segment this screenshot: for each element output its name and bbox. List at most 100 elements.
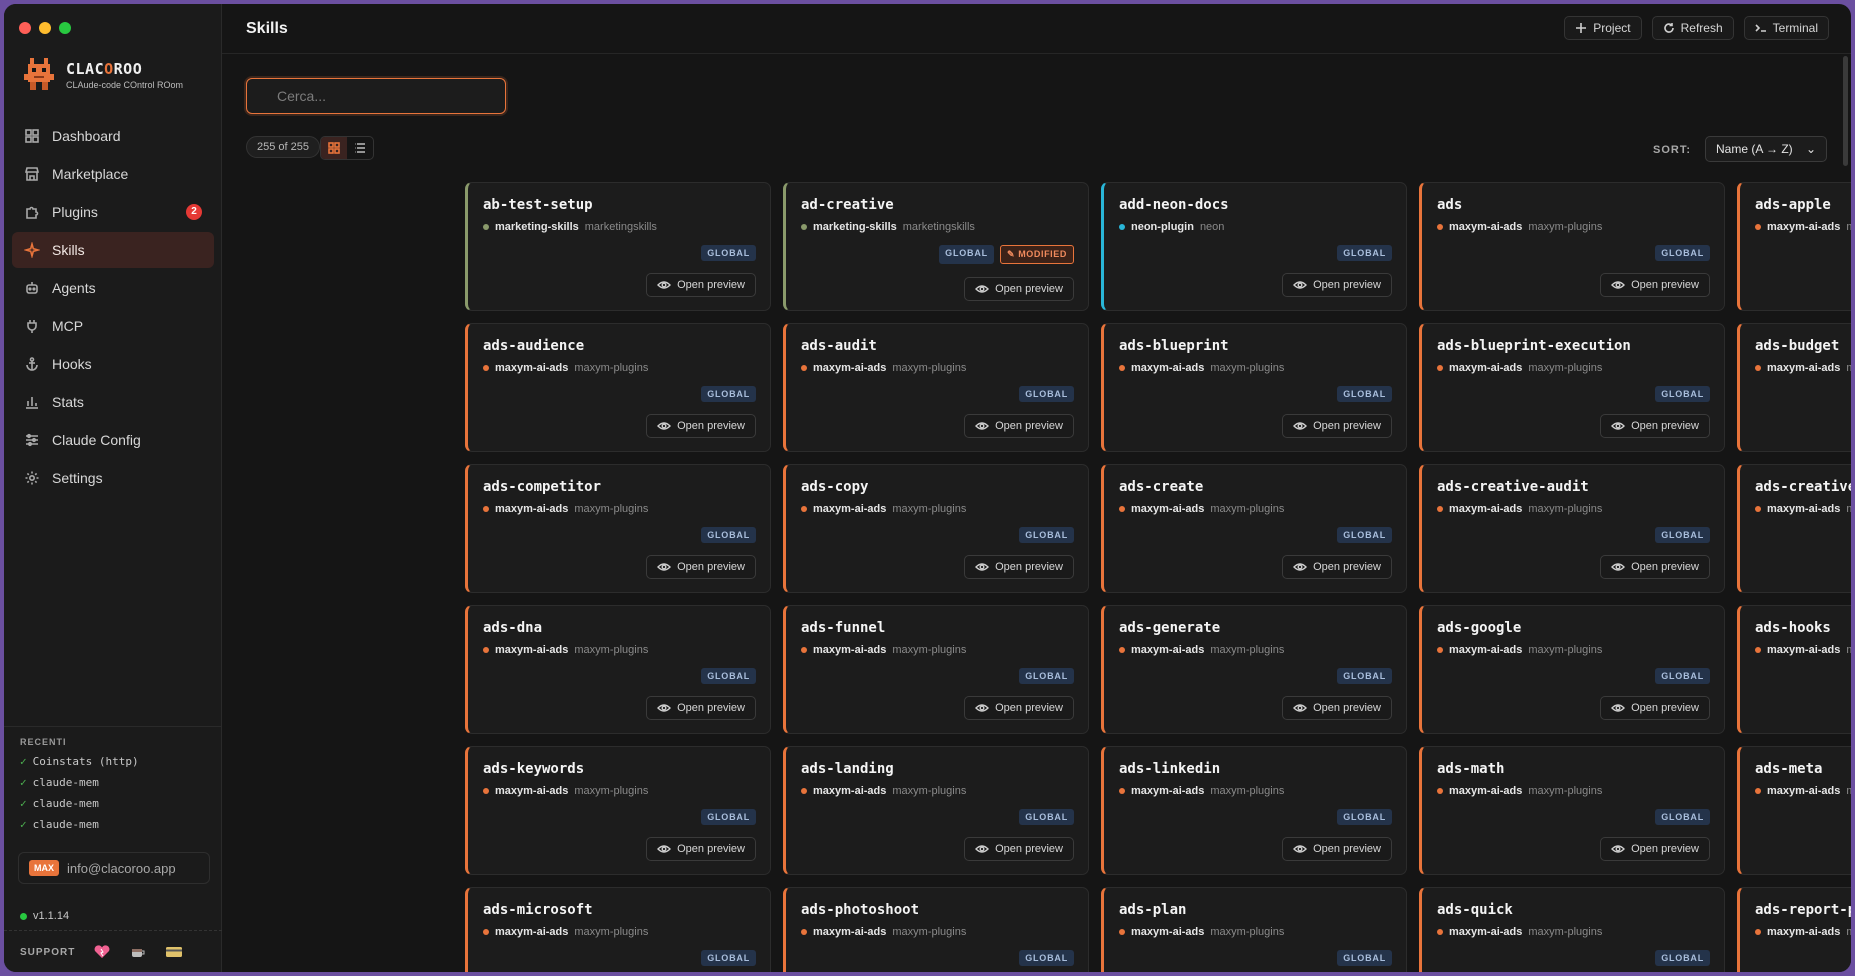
marketplace-name: maxym-plugins <box>892 644 967 656</box>
sidebar-item-agents[interactable]: Agents <box>12 270 214 306</box>
skill-card[interactable]: ads-creative-audit maxym-ai-ads maxym-plug… <box>1419 464 1725 593</box>
skill-card[interactable]: add-neon-docs neon-plugin neon GLOBAL Open p… <box>1101 182 1407 311</box>
refresh-button[interactable]: Refresh <box>1651 16 1734 40</box>
skill-card[interactable]: ads-competitor maxym-ai-ads maxym-plugins G… <box>465 464 771 593</box>
skill-meta: maxym-ai-ads maxym-plugins <box>801 926 1074 938</box>
skill-card[interactable]: ads-metamaxym-ai-adsmaxym-pluginsGLOBALO… <box>1737 746 1851 875</box>
marketplace-name: marketingskills <box>584 221 657 233</box>
skill-card[interactable]: ads-blueprint maxym-ai-ads maxym-plugins GL… <box>1101 323 1407 452</box>
skill-card[interactable]: ads-audience maxym-ai-ads maxym-plugins GLO… <box>465 323 771 452</box>
account-box[interactable]: MAX info@clacoroo.app <box>18 852 210 884</box>
open-preview-button[interactable]: Open preview <box>1282 696 1392 720</box>
terminal-button[interactable]: Terminal <box>1743 16 1829 40</box>
open-preview-button[interactable]: Open preview <box>646 837 756 861</box>
recent-item[interactable]: ✓ Coinstats (http) <box>20 755 206 776</box>
skill-card[interactable]: ads-blueprint-execution maxym-ai-ads maxym… <box>1419 323 1725 452</box>
open-preview-button[interactable]: Open preview <box>964 414 1074 438</box>
open-preview-button[interactable]: Open preview <box>1600 273 1710 297</box>
zoom-window-button[interactable] <box>59 22 71 34</box>
pencil-icon: ✎ <box>1006 249 1019 259</box>
skill-card[interactable]: ads-keywords maxym-ai-ads maxym-plugins GLO… <box>465 746 771 875</box>
open-preview-button[interactable]: Open preview <box>646 555 756 579</box>
open-preview-button[interactable]: Open preview <box>1600 555 1710 579</box>
skill-card[interactable]: ads-quick maxym-ai-ads maxym-plugins GLOBAL… <box>1419 887 1725 972</box>
skill-meta: maxym-ai-ads maxym-plugins <box>1119 785 1392 797</box>
open-preview-button[interactable]: Open preview <box>964 696 1074 720</box>
open-preview-button[interactable]: Open preview <box>646 273 756 297</box>
skill-card[interactable]: ads-math maxym-ai-ads maxym-plugins GLOBAL O… <box>1419 746 1725 875</box>
list-view-button[interactable] <box>347 137 373 159</box>
search-input[interactable] <box>246 78 506 114</box>
skill-card[interactable]: ads-hooksmaxym-ai-adsmaxym-pluginsGLOBAL… <box>1737 605 1851 734</box>
skill-card[interactable]: ad-creative marketing-skills marketingskil… <box>783 182 1089 311</box>
open-preview-button[interactable]: Open preview <box>1600 414 1710 438</box>
skill-card[interactable]: ads-report-pdfmaxym-ai-adsmaxym-pluginsG… <box>1737 887 1851 972</box>
open-preview-button[interactable]: Open preview <box>964 277 1074 301</box>
skill-meta: neon-plugin neon <box>1119 221 1392 233</box>
sidebar-item-hooks[interactable]: Hooks <box>12 346 214 382</box>
sort-select[interactable]: Name (A → Z) ⌄ <box>1705 136 1827 162</box>
skill-card[interactable]: ads-create maxym-ai-ads maxym-plugins GLOBA… <box>1101 464 1407 593</box>
skill-card[interactable]: ads-landing maxym-ai-ads maxym-plugins GLOB… <box>783 746 1089 875</box>
skill-card[interactable]: ads-dna maxym-ai-ads maxym-plugins GLOBAL Op… <box>465 605 771 734</box>
skill-card[interactable]: ads-creative-brief maxym-ai-ads maxym-plug… <box>1737 464 1851 593</box>
marketplace-name: maxym-plugins <box>1846 644 1851 656</box>
recent-item[interactable]: ✓ claude-mem <box>20 797 206 818</box>
plugin-name: maxym-ai-ads <box>813 503 887 515</box>
grid-view-button[interactable] <box>321 137 347 159</box>
sidebar-item-skills[interactable]: Skills <box>12 232 214 268</box>
skill-card[interactable]: ab-test-setup marketing-skills marketingsk… <box>465 182 771 311</box>
skill-card[interactable]: ads-audit maxym-ai-ads maxym-plugins GLOBAL… <box>783 323 1089 452</box>
sidebar-item-plugins[interactable]: Plugins 2 <box>12 194 214 230</box>
recent-item[interactable]: ✓ claude-mem <box>20 818 206 839</box>
project-button[interactable]: Project <box>1564 16 1642 40</box>
skill-card[interactable]: ads-copy maxym-ai-ads maxym-plugins GLOBAL O… <box>783 464 1089 593</box>
skill-card[interactable]: ads maxym-ai-ads maxym-plugins GLOBAL Open p… <box>1419 182 1725 311</box>
sidebar-item-label: Plugins <box>52 204 98 220</box>
sidebar-item-dashboard[interactable]: Dashboard <box>12 118 214 154</box>
credit-card-icon[interactable] <box>165 945 183 959</box>
skill-card[interactable]: ads-funnel maxym-ai-ads maxym-plugins GLOBA… <box>783 605 1089 734</box>
sidebar-item-claude-config[interactable]: Claude Config <box>12 422 214 458</box>
skill-card[interactable]: ads-google maxym-ai-ads maxym-plugins GLOBA… <box>1419 605 1725 734</box>
marketplace-name: maxym-plugins <box>1210 785 1285 797</box>
tags: GLOBAL <box>1019 668 1074 684</box>
open-preview-button[interactable]: Open preview <box>1600 837 1710 861</box>
sidebar-item-settings[interactable]: Settings <box>12 460 214 496</box>
skill-card[interactable]: ads-microsoft maxym-ai-ads maxym-plugins GL… <box>465 887 771 972</box>
open-preview-button[interactable]: Open preview <box>964 837 1074 861</box>
sidebar-item-label: Marketplace <box>52 166 129 182</box>
open-preview-button[interactable]: Open preview <box>964 555 1074 579</box>
open-preview-button[interactable]: Open preview <box>646 696 756 720</box>
marketplace-name: marketingskills <box>902 221 975 233</box>
skill-card[interactable]: ads-planmaxym-ai-adsmaxym-pluginsGLOBALO… <box>1101 887 1407 972</box>
open-preview-button[interactable]: Open preview <box>1600 696 1710 720</box>
scrollbar[interactable] <box>1843 56 1848 166</box>
marketplace-name: maxym-plugins <box>574 785 649 797</box>
open-preview-button[interactable]: Open preview <box>1282 273 1392 297</box>
recent-item[interactable]: ✓ claude-mem <box>20 776 206 797</box>
open-preview-button[interactable]: Open preview <box>1282 414 1392 438</box>
plugin-name: maxym-ai-ads <box>1767 644 1841 656</box>
account-email: info@clacoroo.app <box>67 860 176 876</box>
eye-icon <box>975 422 990 430</box>
close-window-button[interactable] <box>19 22 31 34</box>
global-badge: GLOBAL <box>1337 809 1392 825</box>
skill-card[interactable]: ads-generate maxym-ai-ads maxym-plugins GLO… <box>1101 605 1407 734</box>
skill-card[interactable]: ads-linkedin maxym-ai-ads maxym-plugins GLO… <box>1101 746 1407 875</box>
minimize-window-button[interactable] <box>39 22 51 34</box>
heart-icon[interactable] <box>93 945 111 959</box>
bot-icon <box>26 282 38 294</box>
sidebar-item-label: Dashboard <box>52 128 121 144</box>
skill-card[interactable]: ads-budgetmaxym-ai-adsmaxym-pluginsGLOBA… <box>1737 323 1851 452</box>
open-preview-button[interactable]: Open preview <box>1282 837 1392 861</box>
sidebar-item-marketplace[interactable]: Marketplace <box>12 156 214 192</box>
skill-name: add-neon-docs <box>1119 197 1229 213</box>
sidebar-item-stats[interactable]: Stats <box>12 384 214 420</box>
skill-card[interactable]: ads-photoshoot maxym-ai-ads maxym-plugins G… <box>783 887 1089 972</box>
skill-card[interactable]: ads-applemaxym-ai-adsmaxym-pluginsGLOBAL… <box>1737 182 1851 311</box>
coffee-icon[interactable] <box>129 945 147 959</box>
open-preview-button[interactable]: Open preview <box>646 414 756 438</box>
open-preview-button[interactable]: Open preview <box>1282 555 1392 579</box>
sidebar-item-mcp[interactable]: MCP <box>12 308 214 344</box>
